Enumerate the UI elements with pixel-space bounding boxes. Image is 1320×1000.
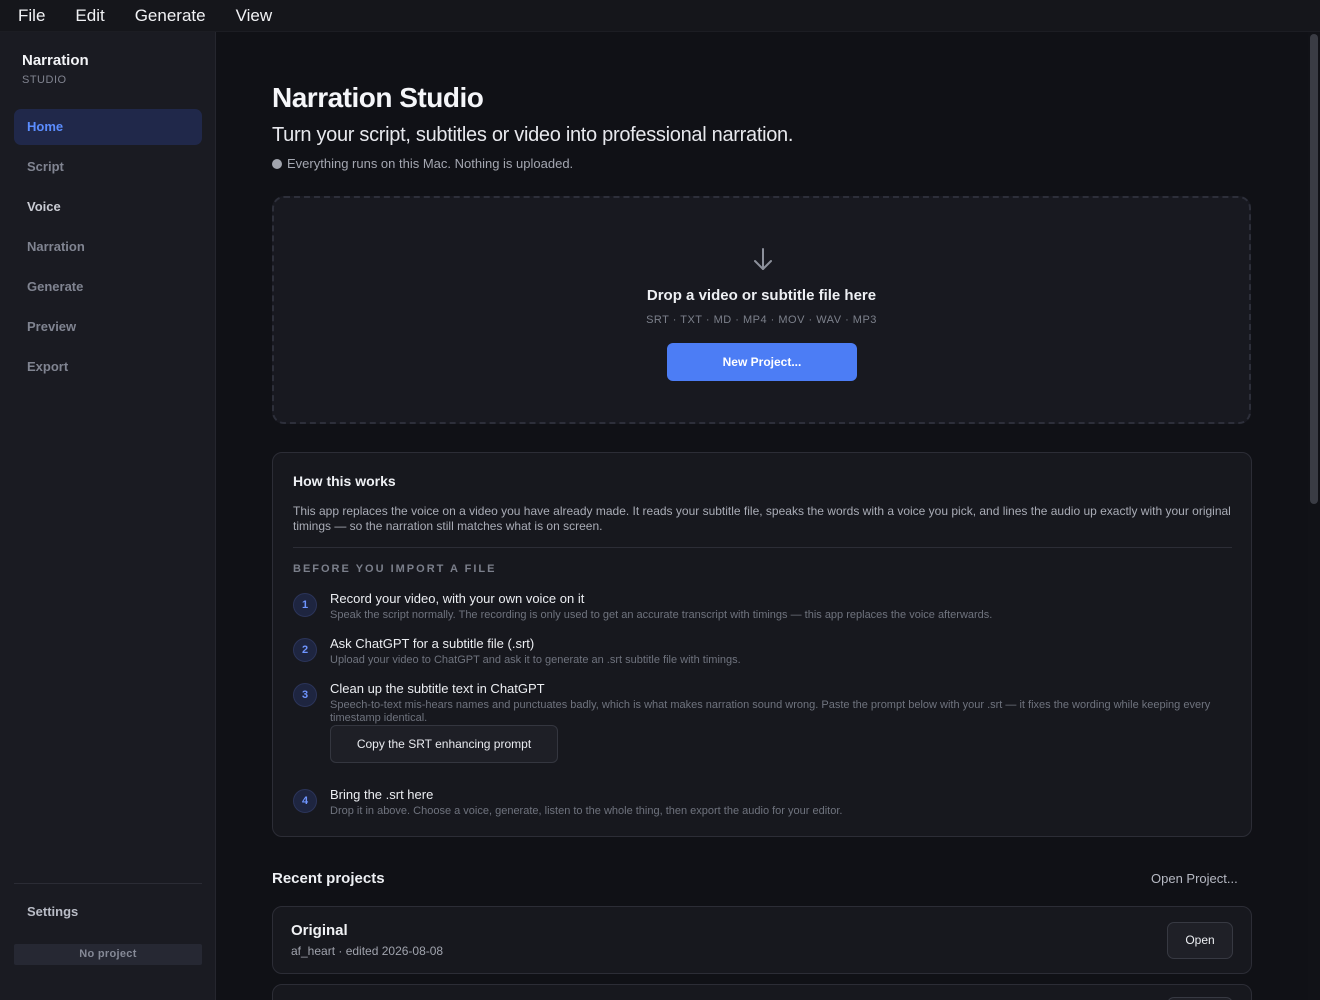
sidebar-item-export[interactable]: Export [14, 349, 202, 385]
sidebar-divider [14, 883, 202, 884]
section-label: BEFORE YOU IMPORT A FILE [293, 563, 497, 575]
sidebar-item-home[interactable]: Home [14, 109, 202, 145]
step-description: Drop it in above. Choose a voice, genera… [330, 805, 843, 817]
step-number-badge: 4 [293, 789, 317, 813]
project-name: Original [291, 922, 348, 939]
brand-subtitle: STUDIO [22, 74, 67, 86]
privacy-note-text: Everything runs on this Mac. Nothing is … [287, 156, 574, 171]
project-row[interactable]: Original af_heart · edited 2026-08-08 Op… [272, 906, 1252, 974]
how-divider [293, 547, 1232, 548]
main-content: Narration Studio Turn your script, subti… [216, 32, 1308, 1000]
copy-srt-prompt-button[interactable]: Copy the SRT enhancing prompt [330, 725, 558, 763]
how-it-works-card: How this works This app replaces the voi… [272, 452, 1252, 837]
step-number-badge: 1 [293, 593, 317, 617]
step-number-badge: 3 [293, 683, 317, 707]
step-title: Record your video, with your own voice o… [330, 591, 585, 606]
privacy-note: Everything runs on this Mac. Nothing is … [272, 156, 573, 171]
menu-edit[interactable]: Edit [60, 0, 119, 32]
open-project-button[interactable]: Open Project... [1151, 871, 1238, 886]
step-description: Speak the script normally. The recording… [330, 609, 993, 621]
menu-bar: File Edit Generate View [0, 0, 1320, 32]
brand-title: Narration [22, 52, 89, 69]
project-meta: af_heart · edited 2026-08-08 [291, 944, 444, 958]
sidebar-item-generate[interactable]: Generate [14, 269, 202, 305]
sidebar-item-script[interactable]: Script [14, 149, 202, 185]
sidebar-item-voice[interactable]: Voice [14, 189, 202, 225]
step-description: Upload your video to ChatGPT and ask it … [330, 654, 741, 666]
project-row-partial[interactable] [272, 984, 1252, 1000]
page-title: Narration Studio [272, 82, 484, 113]
step-number-badge: 2 [293, 638, 317, 662]
menu-generate[interactable]: Generate [120, 0, 221, 32]
open-button[interactable]: Open [1167, 922, 1233, 959]
status-dot-icon [272, 158, 282, 169]
file-dropzone[interactable]: Drop a video or subtitle file here SRT ·… [272, 196, 1251, 424]
step-title: Bring the .srt here [330, 787, 434, 802]
menu-file[interactable]: File [0, 0, 60, 32]
sidebar-nav: Home Script Voice Narration Generate Pre… [14, 109, 202, 389]
new-project-button[interactable]: New Project... [667, 343, 857, 381]
scrollbar-thumb[interactable] [1310, 34, 1318, 504]
sidebar: Narration STUDIO Home Script Voice Narra… [0, 32, 216, 1000]
how-it-works-title: How this works [293, 473, 396, 489]
step-description: Speech-to-text mis-hears names and punct… [330, 699, 1211, 724]
step-title: Ask ChatGPT for a subtitle file (.srt) [330, 636, 535, 651]
recent-projects-title: Recent projects [272, 870, 385, 887]
page-subtitle: Turn your script, subtitles or video int… [272, 124, 794, 146]
how-it-works-description: This app replaces the voice on a video y… [293, 504, 1231, 533]
sidebar-item-preview[interactable]: Preview [14, 309, 202, 345]
menu-view[interactable]: View [221, 0, 288, 32]
dropzone-formats: SRT · TXT · MD · MP4 · MOV · WAV · MP3 [646, 314, 877, 326]
sidebar-item-settings[interactable]: Settings [14, 894, 202, 930]
project-status-badge: No project [14, 944, 202, 965]
sidebar-item-narration[interactable]: Narration [14, 229, 202, 265]
step-title: Clean up the subtitle text in ChatGPT [330, 681, 545, 696]
dropzone-title: Drop a video or subtitle file here [646, 287, 877, 304]
arrow-down-icon [754, 248, 772, 270]
